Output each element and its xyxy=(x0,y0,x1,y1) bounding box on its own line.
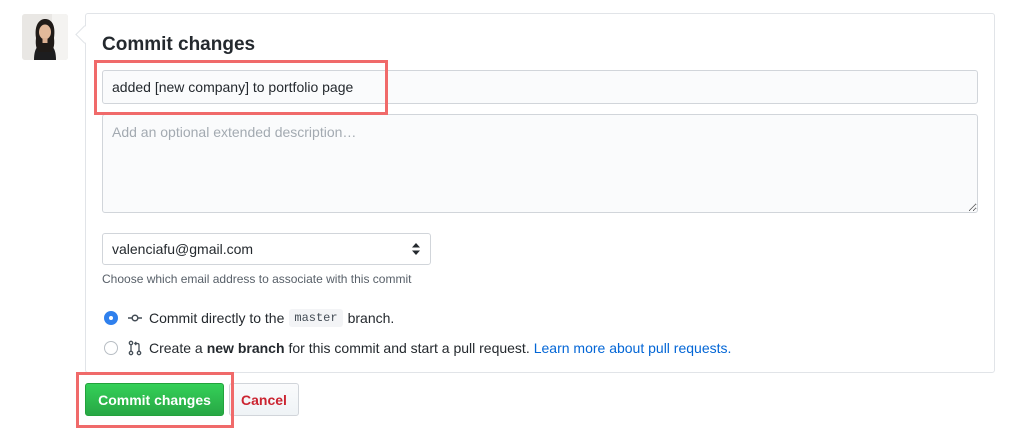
branch-name: master xyxy=(289,309,343,327)
commit-summary-input[interactable] xyxy=(102,70,978,104)
git-pull-request-icon xyxy=(128,340,142,356)
commit-direct-label: Commit directly to the xyxy=(149,310,285,326)
new-branch-option[interactable]: Create a new branch for this commit and … xyxy=(104,338,731,358)
commit-description-textarea[interactable] xyxy=(102,114,978,213)
page-title: Commit changes xyxy=(102,34,256,55)
commit-changes-button[interactable]: Commit changes xyxy=(85,383,224,416)
cancel-button[interactable]: Cancel xyxy=(229,383,299,416)
user-avatar[interactable] xyxy=(22,14,68,60)
new-branch-suffix: for this commit and start a pull request… xyxy=(288,340,530,356)
git-commit-icon xyxy=(128,314,142,322)
new-branch-prefix: Create a xyxy=(149,340,203,356)
commit-direct-radio[interactable] xyxy=(104,311,118,325)
new-branch-radio[interactable] xyxy=(104,341,118,355)
commit-direct-option[interactable]: Commit directly to the master branch. xyxy=(104,308,394,328)
commit-direct-suffix: branch. xyxy=(347,310,395,326)
email-select-value: valenciafu@gmail.com xyxy=(112,241,254,257)
new-branch-bold: new branch xyxy=(206,340,285,356)
learn-more-link[interactable]: Learn more about pull requests. xyxy=(534,340,732,356)
email-select[interactable]: valenciafu@gmail.com xyxy=(102,233,431,265)
email-help-text: Choose which email address to associate … xyxy=(102,272,412,286)
select-caret-icon xyxy=(412,243,420,255)
